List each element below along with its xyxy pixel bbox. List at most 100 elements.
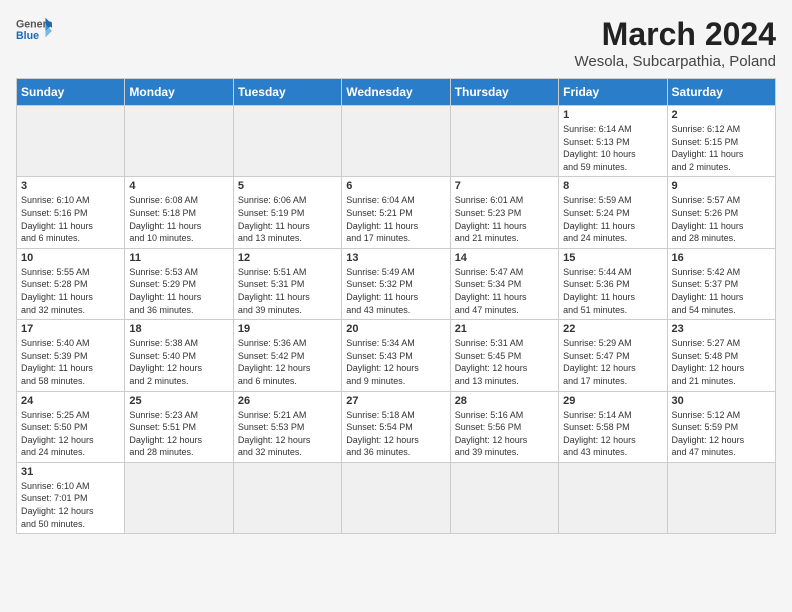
day-number: 15	[563, 252, 662, 264]
day-number: 14	[455, 252, 554, 264]
calendar-cell: 19Sunrise: 5:36 AM Sunset: 5:42 PM Dayli…	[233, 320, 341, 391]
day-info: Sunrise: 6:12 AM Sunset: 5:15 PM Dayligh…	[672, 123, 771, 173]
day-info: Sunrise: 5:16 AM Sunset: 5:56 PM Dayligh…	[455, 409, 554, 459]
day-info: Sunrise: 5:51 AM Sunset: 5:31 PM Dayligh…	[238, 266, 337, 316]
calendar-cell	[559, 462, 667, 533]
day-info: Sunrise: 5:12 AM Sunset: 5:59 PM Dayligh…	[672, 409, 771, 459]
day-number: 10	[21, 252, 120, 264]
calendar-cell: 20 Sunrise: 5:34 AM Sunset: 5:43 PM Dayli…	[342, 320, 450, 391]
weekday-header-wednesday: Wednesday	[342, 79, 450, 106]
calendar-cell	[450, 106, 558, 177]
day-number: 11	[129, 252, 228, 264]
day-number: 17	[21, 323, 120, 335]
calendar-cell: 18 Sunrise: 5:38 AM Sunset: 5:40 PM Dayli…	[125, 320, 233, 391]
day-number: 9	[672, 180, 771, 192]
day-number: 28	[455, 395, 554, 407]
calendar-cell: 31Sunrise: 6:10 AM Sunset: 7:01 PM Dayli…	[17, 462, 125, 533]
weekday-header-row: SundayMondayTuesdayWednesdayThursdayFrid…	[17, 79, 776, 106]
day-number: 18	[129, 323, 228, 335]
calendar-cell: 12 Sunrise: 5:51 AM Sunset: 5:31 PM Dayli…	[233, 248, 341, 319]
day-number: 25	[129, 395, 228, 407]
day-number: 2	[672, 109, 771, 121]
day-info: Sunrise: 5:40 AM Sunset: 5:39 PM Dayligh…	[21, 337, 120, 387]
calendar-cell: 22Sunrise: 5:29 AM Sunset: 5:47 PM Dayli…	[559, 320, 667, 391]
calendar-cell: 23Sunrise: 5:27 AM Sunset: 5:48 PM Dayli…	[667, 320, 775, 391]
day-number: 21	[455, 323, 554, 335]
calendar-cell: 10 Sunrise: 5:55 AM Sunset: 5:28 PM Dayli…	[17, 248, 125, 319]
day-number: 6	[346, 180, 445, 192]
title-section: March 2024 Wesola, Subcarpathia, Poland	[574, 16, 776, 70]
day-number: 16	[672, 252, 771, 264]
calendar-cell: 17 Sunrise: 5:40 AM Sunset: 5:39 PM Dayli…	[17, 320, 125, 391]
day-info: Sunrise: 6:14 AM Sunset: 5:13 PM Dayligh…	[563, 123, 662, 173]
day-number: 13	[346, 252, 445, 264]
day-info: Sunrise: 5:38 AM Sunset: 5:40 PM Dayligh…	[129, 337, 228, 387]
calendar-header: SundayMondayTuesdayWednesdayThursdayFrid…	[17, 79, 776, 106]
day-info: Sunrise: 5:42 AM Sunset: 5:37 PM Dayligh…	[672, 266, 771, 316]
calendar-cell: 7 Sunrise: 6:01 AM Sunset: 5:23 PM Daylig…	[450, 177, 558, 248]
calendar-cell: 21 Sunrise: 5:31 AM Sunset: 5:45 PM Dayli…	[450, 320, 558, 391]
calendar-body: 1 Sunrise: 6:14 AM Sunset: 5:13 PM Daylig…	[17, 106, 776, 534]
day-info: Sunrise: 5:21 AM Sunset: 5:53 PM Dayligh…	[238, 409, 337, 459]
day-info: Sunrise: 5:55 AM Sunset: 5:28 PM Dayligh…	[21, 266, 120, 316]
location-subtitle: Wesola, Subcarpathia, Poland	[574, 53, 776, 70]
day-number: 1	[563, 109, 662, 121]
weekday-header-sunday: Sunday	[17, 79, 125, 106]
day-number: 31	[21, 466, 120, 478]
calendar-cell	[17, 106, 125, 177]
calendar-table: SundayMondayTuesdayWednesdayThursdayFrid…	[16, 78, 776, 534]
svg-text:Blue: Blue	[16, 30, 39, 42]
calendar-week-row: 24Sunrise: 5:25 AM Sunset: 5:50 PM Dayli…	[17, 391, 776, 462]
calendar-cell: 29 Sunrise: 5:14 AM Sunset: 5:58 PM Dayli…	[559, 391, 667, 462]
day-number: 22	[563, 323, 662, 335]
calendar-cell: 24Sunrise: 5:25 AM Sunset: 5:50 PM Dayli…	[17, 391, 125, 462]
calendar-cell: 6Sunrise: 6:04 AM Sunset: 5:21 PM Daylig…	[342, 177, 450, 248]
calendar-cell	[667, 462, 775, 533]
calendar-cell	[233, 106, 341, 177]
calendar-cell: 27Sunrise: 5:18 AM Sunset: 5:54 PM Dayli…	[342, 391, 450, 462]
calendar-cell	[342, 462, 450, 533]
day-number: 12	[238, 252, 337, 264]
day-number: 27	[346, 395, 445, 407]
day-info: Sunrise: 5:36 AM Sunset: 5:42 PM Dayligh…	[238, 337, 337, 387]
calendar-cell: 1 Sunrise: 6:14 AM Sunset: 5:13 PM Daylig…	[559, 106, 667, 177]
day-info: Sunrise: 5:59 AM Sunset: 5:24 PM Dayligh…	[563, 194, 662, 244]
day-info: Sunrise: 6:08 AM Sunset: 5:18 PM Dayligh…	[129, 194, 228, 244]
calendar-cell: 4Sunrise: 6:08 AM Sunset: 5:18 PM Daylig…	[125, 177, 233, 248]
calendar-cell: 25Sunrise: 5:23 AM Sunset: 5:51 PM Dayli…	[125, 391, 233, 462]
weekday-header-monday: Monday	[125, 79, 233, 106]
day-info: Sunrise: 5:34 AM Sunset: 5:43 PM Dayligh…	[346, 337, 445, 387]
day-info: Sunrise: 5:14 AM Sunset: 5:58 PM Dayligh…	[563, 409, 662, 459]
day-number: 7	[455, 180, 554, 192]
day-info: Sunrise: 5:47 AM Sunset: 5:34 PM Dayligh…	[455, 266, 554, 316]
day-info: Sunrise: 6:01 AM Sunset: 5:23 PM Dayligh…	[455, 194, 554, 244]
day-number: 24	[21, 395, 120, 407]
day-number: 26	[238, 395, 337, 407]
calendar-week-row: 10 Sunrise: 5:55 AM Sunset: 5:28 PM Dayli…	[17, 248, 776, 319]
calendar-cell: 5Sunrise: 6:06 AM Sunset: 5:19 PM Daylig…	[233, 177, 341, 248]
calendar-cell: 3 Sunrise: 6:10 AM Sunset: 5:16 PM Daylig…	[17, 177, 125, 248]
day-info: Sunrise: 5:53 AM Sunset: 5:29 PM Dayligh…	[129, 266, 228, 316]
day-info: Sunrise: 5:57 AM Sunset: 5:26 PM Dayligh…	[672, 194, 771, 244]
day-info: Sunrise: 6:10 AM Sunset: 5:16 PM Dayligh…	[21, 194, 120, 244]
calendar-cell: 15Sunrise: 5:44 AM Sunset: 5:36 PM Dayli…	[559, 248, 667, 319]
calendar-cell: 28 Sunrise: 5:16 AM Sunset: 5:56 PM Dayli…	[450, 391, 558, 462]
calendar-cell	[233, 462, 341, 533]
logo: General Blue	[16, 16, 52, 44]
day-number: 30	[672, 395, 771, 407]
day-number: 3	[21, 180, 120, 192]
weekday-header-tuesday: Tuesday	[233, 79, 341, 106]
calendar-cell	[125, 462, 233, 533]
calendar-cell	[125, 106, 233, 177]
logo-icon: General Blue	[16, 16, 52, 44]
day-number: 20	[346, 323, 445, 335]
day-info: Sunrise: 6:06 AM Sunset: 5:19 PM Dayligh…	[238, 194, 337, 244]
day-number: 29	[563, 395, 662, 407]
calendar-week-row: 1 Sunrise: 6:14 AM Sunset: 5:13 PM Daylig…	[17, 106, 776, 177]
calendar-cell: 11 Sunrise: 5:53 AM Sunset: 5:29 PM Dayli…	[125, 248, 233, 319]
weekday-header-friday: Friday	[559, 79, 667, 106]
day-info: Sunrise: 5:31 AM Sunset: 5:45 PM Dayligh…	[455, 337, 554, 387]
weekday-header-thursday: Thursday	[450, 79, 558, 106]
calendar-cell: 14 Sunrise: 5:47 AM Sunset: 5:34 PM Dayli…	[450, 248, 558, 319]
day-info: Sunrise: 5:49 AM Sunset: 5:32 PM Dayligh…	[346, 266, 445, 316]
